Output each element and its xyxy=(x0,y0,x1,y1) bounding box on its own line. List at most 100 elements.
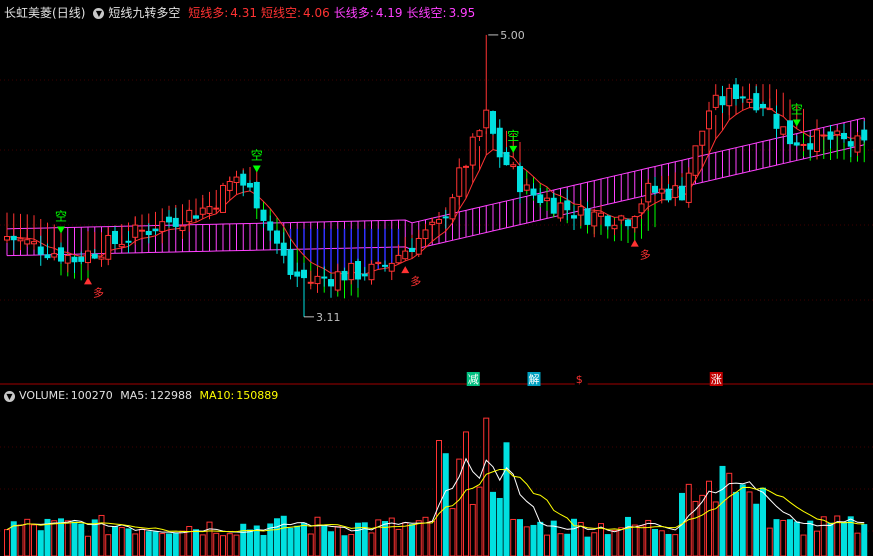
volume-bar xyxy=(517,519,523,556)
candle xyxy=(766,108,773,111)
candle xyxy=(91,253,98,259)
indicator-item-value: 4.31 xyxy=(230,6,257,20)
volume-bar xyxy=(321,525,328,556)
candle xyxy=(523,184,530,191)
candle xyxy=(415,238,422,255)
volume-bar xyxy=(37,530,44,556)
volume-bar xyxy=(793,521,800,556)
candle xyxy=(841,132,847,140)
volume-bar xyxy=(706,480,712,556)
volume-bar xyxy=(375,519,382,556)
volume-bar xyxy=(112,526,118,556)
candle xyxy=(314,275,321,285)
volume-bar xyxy=(733,491,739,556)
candle xyxy=(773,113,780,129)
candle xyxy=(557,202,564,219)
volume-bar xyxy=(456,458,463,556)
volume-bar xyxy=(91,519,98,556)
indicator-menu-icon[interactable]: ▼ xyxy=(93,8,105,19)
candle xyxy=(496,127,503,158)
kline-chart[interactable]: 5.003.11空空空空多多多减解 $ 涨 xyxy=(0,0,873,556)
candle xyxy=(71,256,78,263)
candle xyxy=(618,215,625,221)
candle xyxy=(375,261,382,264)
volume-bar xyxy=(537,521,544,556)
volume-menu-icon[interactable]: ▼ xyxy=(4,390,15,402)
long-arrow-icon xyxy=(630,239,639,247)
volume-bar xyxy=(348,533,355,556)
volume-bar xyxy=(341,535,348,556)
candle xyxy=(442,216,449,219)
candle xyxy=(780,126,787,135)
candle xyxy=(125,240,132,243)
candle xyxy=(307,281,314,284)
candle xyxy=(591,211,598,227)
candle xyxy=(17,238,24,242)
candle xyxy=(712,94,719,108)
candle xyxy=(625,219,631,227)
volume-bar xyxy=(841,521,847,556)
candle xyxy=(800,143,807,146)
volume-bar xyxy=(71,521,78,556)
candle xyxy=(456,167,463,197)
volume-bar xyxy=(328,531,334,556)
candle xyxy=(247,182,253,188)
volume-bar xyxy=(544,534,550,556)
candle xyxy=(672,185,679,198)
volume-bar xyxy=(719,465,726,556)
ma5-label: MA5: xyxy=(120,389,149,402)
candle xyxy=(530,188,537,196)
candle xyxy=(193,215,199,219)
volume-value: 100270 xyxy=(70,389,113,402)
candle xyxy=(699,130,706,146)
candle xyxy=(544,197,550,202)
short-signal-label: 空 xyxy=(55,210,67,224)
candle xyxy=(64,254,71,264)
indicator-item: 长线多: xyxy=(333,6,374,20)
volume-bar xyxy=(483,417,490,556)
candle xyxy=(280,242,287,256)
volume-bar xyxy=(814,530,820,556)
event-tag-label: 涨 xyxy=(711,373,722,386)
candle xyxy=(328,279,334,287)
candle xyxy=(631,216,638,229)
event-tag-label: 解 xyxy=(529,372,540,386)
candle xyxy=(483,109,490,129)
candle xyxy=(564,200,571,211)
volume-bar xyxy=(449,508,456,556)
volume-bar xyxy=(105,534,112,556)
volume-bar xyxy=(145,531,152,556)
volume-bar xyxy=(166,533,172,556)
candle xyxy=(31,241,37,245)
candle xyxy=(253,181,260,209)
candle xyxy=(199,207,206,215)
candle xyxy=(139,229,145,232)
ma10-value: 150889 xyxy=(236,389,279,402)
volume-bar xyxy=(665,533,672,556)
volume-bar xyxy=(287,527,294,556)
candle xyxy=(814,129,820,153)
volume-bar xyxy=(409,524,415,556)
candle xyxy=(861,129,868,141)
indicator-values: 短线多: 4.31 短线空: 4.06 长线多: 4.19 长线空: 3.95 xyxy=(188,6,479,20)
volume-bar xyxy=(415,520,422,556)
volume-bar xyxy=(469,503,476,556)
volume-bar xyxy=(652,529,658,556)
candle xyxy=(577,206,584,216)
volume-bar xyxy=(753,503,760,556)
period-label: (日线) xyxy=(52,6,86,20)
volume-bar xyxy=(260,534,267,556)
indicator-name[interactable]: 短线九转多空 xyxy=(108,6,180,20)
candle xyxy=(220,184,226,213)
candle xyxy=(382,264,388,267)
indicator-header: 长虹美菱(日线) ▼ 短线九转多空 短线多: 4.31 短线空: 4.06 长线多: 4.19… xyxy=(4,5,483,21)
volume-bar xyxy=(240,523,247,556)
volume-bar xyxy=(564,533,571,556)
volume-bar xyxy=(631,524,638,556)
candle xyxy=(679,185,685,201)
volume-bar xyxy=(766,527,773,556)
candle xyxy=(172,217,179,227)
candle xyxy=(847,141,854,147)
volume-bar xyxy=(24,518,31,556)
candle xyxy=(793,142,800,146)
